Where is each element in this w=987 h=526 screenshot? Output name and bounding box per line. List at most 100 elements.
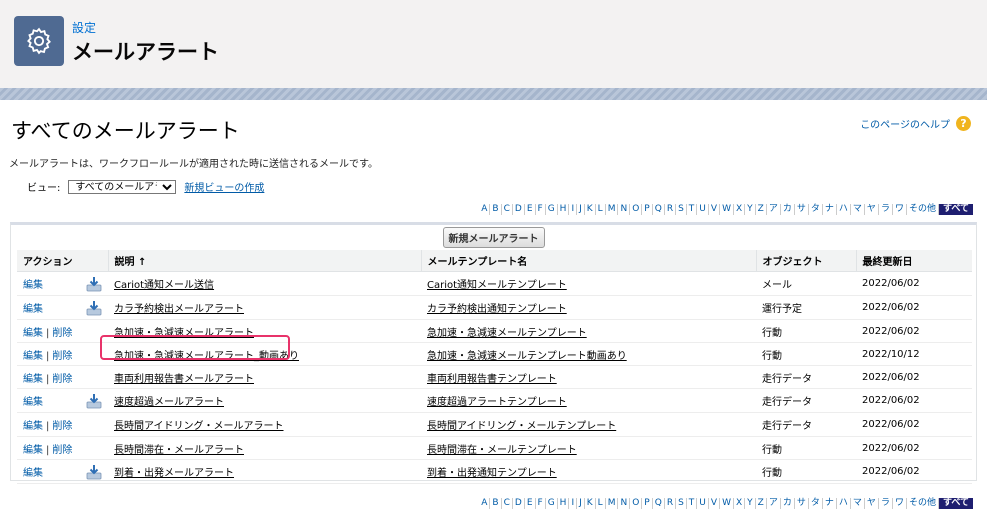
alpha-filter-letter[interactable]: Z xyxy=(754,204,766,215)
column-header-template[interactable]: メールテンプレート名 xyxy=(420,250,756,272)
alpha-filter-letter[interactable]: Z xyxy=(754,498,766,509)
alpha-filter-letter[interactable]: すべて xyxy=(937,498,973,509)
alert-description-link[interactable]: カラ予約検出メールアラート xyxy=(114,304,244,315)
alpha-filter-letter[interactable]: サ xyxy=(793,204,808,215)
alpha-filter-letter[interactable]: K xyxy=(583,204,595,215)
alpha-filter-letter[interactable]: L xyxy=(594,498,605,509)
alpha-filter-letter[interactable]: J xyxy=(576,498,584,509)
alpha-filter-letter[interactable]: Y xyxy=(744,204,755,215)
template-link[interactable]: 到着・出発通知テンプレート xyxy=(427,468,557,479)
alpha-filter-letter[interactable]: O xyxy=(629,204,641,215)
alpha-filter-letter[interactable]: ハ xyxy=(835,204,850,215)
template-link[interactable]: 長時間滞在・メールテンプレート xyxy=(427,445,577,456)
help-link[interactable]: このページのヘルプ xyxy=(860,116,950,131)
download-icon[interactable] xyxy=(86,393,102,409)
alpha-filter-letter[interactable]: ワ xyxy=(891,204,906,215)
alpha-filter-letter[interactable]: G xyxy=(544,498,557,509)
edit-link[interactable]: 編集 xyxy=(23,304,43,315)
alpha-filter-letter[interactable]: P xyxy=(641,204,651,215)
alpha-filter-letter[interactable]: サ xyxy=(793,498,808,509)
alpha-filter-letter[interactable]: A xyxy=(479,204,489,215)
alpha-filter-letter[interactable]: ラ xyxy=(877,498,892,509)
alpha-filter-letter[interactable]: I xyxy=(568,498,576,509)
download-icon[interactable] xyxy=(86,300,102,316)
alpha-filter-letter[interactable]: O xyxy=(629,498,641,509)
view-select[interactable]: すべてのメールアラート xyxy=(68,179,177,194)
edit-link[interactable]: 編集 xyxy=(23,351,43,362)
download-icon[interactable] xyxy=(86,276,102,292)
alpha-filter-letter[interactable]: カ xyxy=(779,498,794,509)
alpha-filter-letter[interactable]: V xyxy=(707,204,719,215)
alpha-filter-letter[interactable]: ラ xyxy=(877,204,892,215)
alpha-filter-letter[interactable]: その他 xyxy=(905,498,938,509)
template-link[interactable]: 車両利用報告書テンプレート xyxy=(427,374,557,385)
alpha-filter-letter[interactable]: ア xyxy=(765,498,780,509)
alpha-filter-letter[interactable]: I xyxy=(568,204,576,215)
alpha-filter-letter[interactable]: S xyxy=(675,204,686,215)
alpha-filter-letter[interactable]: N xyxy=(617,498,629,509)
alert-description-link[interactable]: 長時間アイドリング・メールアラート xyxy=(114,421,284,432)
template-link[interactable]: 長時間アイドリング・メールテンプレート xyxy=(427,421,616,432)
template-link[interactable]: カラ予約検出通知テンプレート xyxy=(427,304,567,315)
alpha-filter-letter[interactable]: J xyxy=(576,204,584,215)
alpha-filter-letter[interactable]: P xyxy=(641,498,651,509)
edit-link[interactable]: 編集 xyxy=(23,468,43,479)
delete-link[interactable]: 削除 xyxy=(52,374,72,385)
alpha-filter-letter[interactable]: A xyxy=(479,498,489,509)
alpha-filter-letter[interactable]: E xyxy=(523,204,535,215)
alpha-filter-letter[interactable]: F xyxy=(534,204,545,215)
column-header-last-modified[interactable]: 最終更新日 xyxy=(855,250,972,272)
alpha-filter-letter[interactable]: X xyxy=(732,498,744,509)
edit-link[interactable]: 編集 xyxy=(23,421,43,432)
alpha-filter-letter[interactable]: ヤ xyxy=(863,498,878,509)
alpha-filter-letter[interactable]: L xyxy=(594,204,605,215)
alpha-filter-letter[interactable]: R xyxy=(663,204,675,215)
alpha-filter-letter[interactable]: ア xyxy=(765,204,780,215)
alpha-filter-letter[interactable]: V xyxy=(707,498,719,509)
alpha-filter-letter[interactable]: マ xyxy=(849,204,864,215)
alpha-filter-letter[interactable]: B xyxy=(489,204,500,215)
alpha-filter-letter[interactable]: タ xyxy=(807,498,822,509)
edit-link[interactable]: 編集 xyxy=(23,280,43,291)
breadcrumb[interactable]: 設定 xyxy=(72,19,96,36)
alpha-filter-letter[interactable]: ナ xyxy=(821,204,836,215)
alert-description-link[interactable]: Cariot通知メール送信 xyxy=(114,280,214,291)
alpha-filter-letter[interactable]: N xyxy=(617,204,629,215)
alpha-filter-letter[interactable]: F xyxy=(534,498,545,509)
alpha-filter-letter[interactable]: マ xyxy=(849,498,864,509)
alpha-filter-letter[interactable]: K xyxy=(583,498,595,509)
alpha-filter-letter[interactable]: H xyxy=(556,204,569,215)
template-link[interactable]: 速度超過アラートテンプレート xyxy=(427,397,567,408)
alpha-filter-letter[interactable]: W xyxy=(719,204,733,215)
alpha-filter-letter[interactable]: M xyxy=(604,204,618,215)
alpha-filter-letter[interactable]: タ xyxy=(807,204,822,215)
create-view-link[interactable]: 新規ビューの作成 xyxy=(184,179,264,194)
alpha-filter-letter[interactable]: E xyxy=(523,498,535,509)
alpha-filter-letter[interactable]: U xyxy=(696,204,708,215)
alpha-filter-letter[interactable]: Q xyxy=(651,204,664,215)
alpha-filter-letter[interactable]: カ xyxy=(779,204,794,215)
alpha-filter-letter[interactable]: Y xyxy=(744,498,755,509)
help-link-group[interactable]: このページのヘルプ ? xyxy=(860,116,971,131)
alpha-filter-letter[interactable]: M xyxy=(604,498,618,509)
alpha-filter-letter[interactable]: G xyxy=(544,204,557,215)
alert-description-link[interactable]: 急加速・急減速メールアラート_動画あり xyxy=(114,351,299,362)
alpha-filter-letter[interactable]: U xyxy=(696,498,708,509)
alpha-filter-letter[interactable]: S xyxy=(675,498,686,509)
alpha-filter-letter[interactable]: ワ xyxy=(891,498,906,509)
alert-description-link[interactable]: 速度超過メールアラート xyxy=(114,397,224,408)
alpha-filter-letter[interactable]: X xyxy=(732,204,744,215)
alpha-filter-letter[interactable]: ヤ xyxy=(863,204,878,215)
alpha-filter-letter[interactable]: W xyxy=(719,498,733,509)
alpha-filter-letter[interactable]: B xyxy=(489,498,500,509)
edit-link[interactable]: 編集 xyxy=(23,328,43,339)
alpha-filter-letter[interactable]: Q xyxy=(651,498,664,509)
download-icon[interactable] xyxy=(86,464,102,480)
alpha-filter-letter[interactable]: D xyxy=(511,498,524,509)
delete-link[interactable]: 削除 xyxy=(52,328,72,339)
delete-link[interactable]: 削除 xyxy=(52,445,72,456)
template-link[interactable]: 急加速・急減速メールテンプレート動画あり xyxy=(427,351,627,362)
new-email-alert-button[interactable]: 新規メールアラート xyxy=(442,226,545,248)
alpha-filter-letter[interactable]: ナ xyxy=(821,498,836,509)
alpha-filter-letter[interactable]: D xyxy=(511,204,524,215)
